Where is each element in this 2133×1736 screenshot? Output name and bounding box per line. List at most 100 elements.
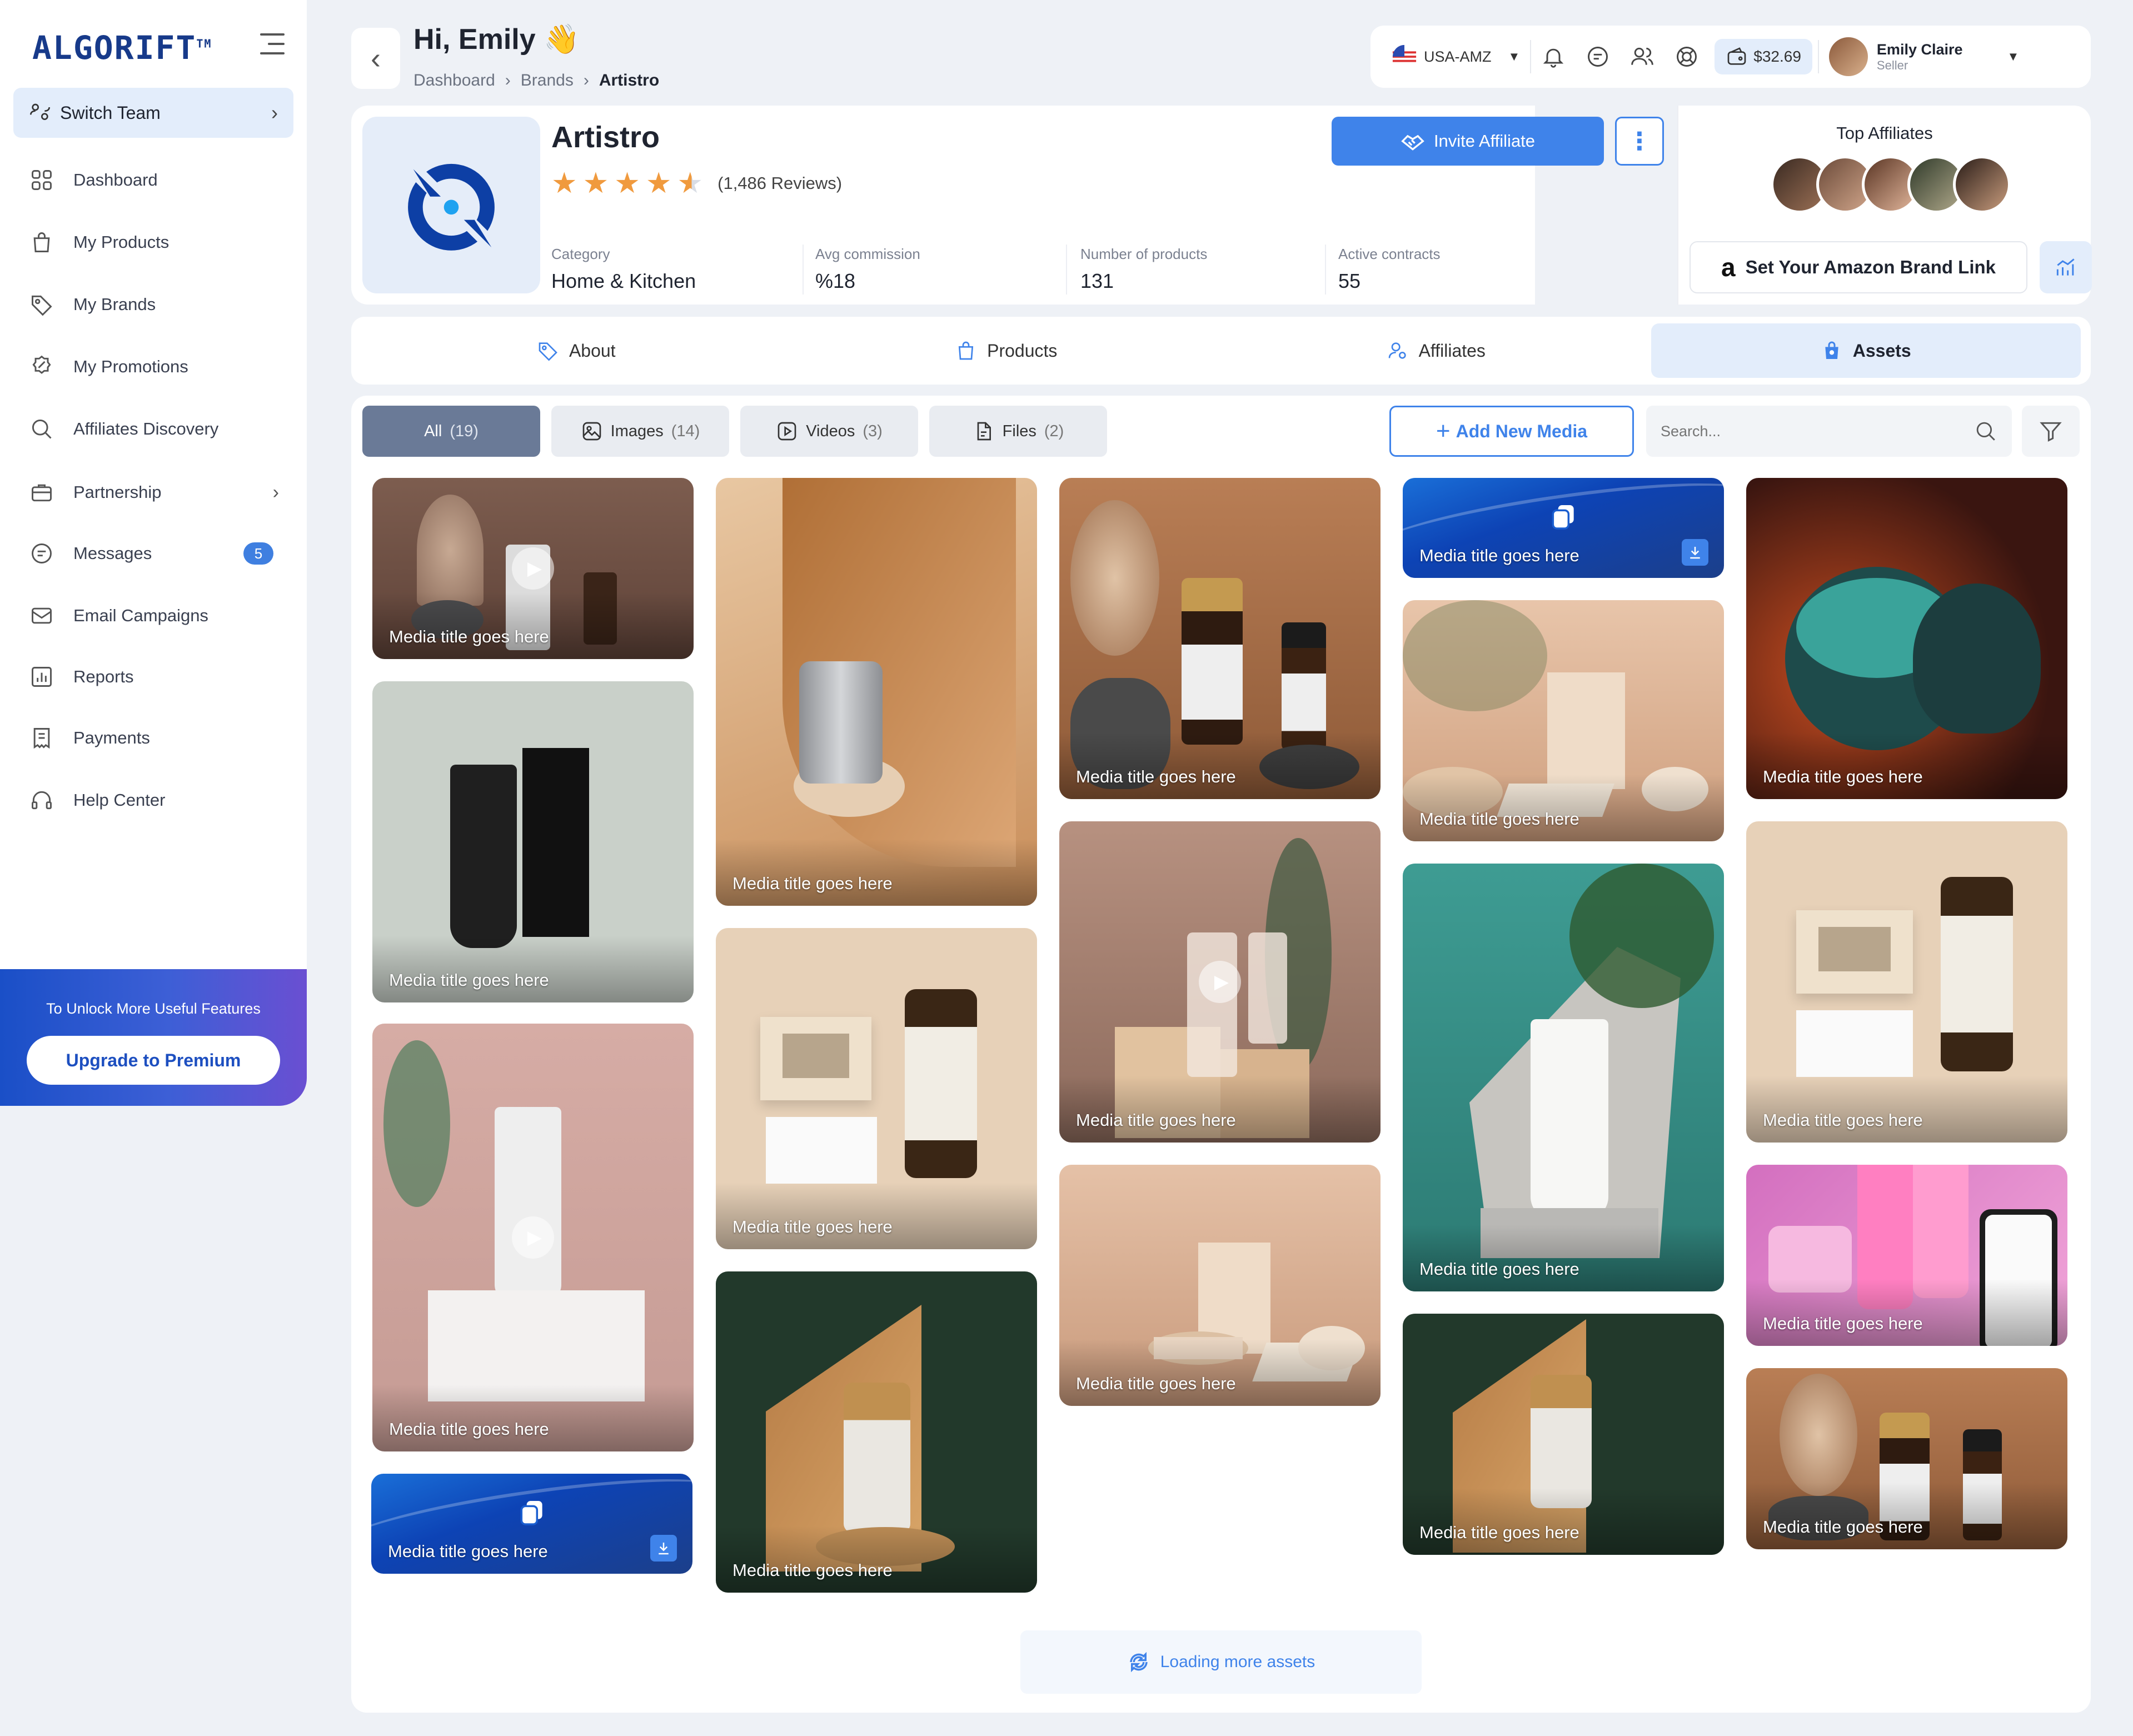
- upgrade-premium-button[interactable]: Upgrade to Premium: [27, 1036, 280, 1085]
- stat-avg-commission: Avg commission %18: [815, 246, 920, 293]
- more-options-button[interactable]: ⋮: [1615, 117, 1664, 166]
- user-settings-icon: [1388, 342, 1406, 359]
- media-card[interactable]: Media title goes here: [1746, 1165, 2067, 1346]
- media-card[interactable]: ▶ Media title goes here: [1059, 821, 1381, 1143]
- rating-stars: ★ ★ ★ ★ ★ (1,486 Reviews): [551, 167, 842, 200]
- copy-file-icon: [520, 1501, 542, 1525]
- nav-email-campaigns[interactable]: Email Campaigns: [29, 599, 285, 632]
- nav-partnership[interactable]: Partnership ›: [29, 476, 285, 509]
- media-title: Media title goes here: [1076, 1374, 1236, 1393]
- breadcrumb-dashboard[interactable]: Dashboard: [413, 71, 495, 90]
- user-menu[interactable]: Emily Claire Seller ▼: [1819, 26, 2029, 88]
- messages-button[interactable]: [1576, 26, 1620, 88]
- nav-label: My Promotions: [73, 357, 188, 376]
- avatar[interactable]: [1953, 156, 2011, 213]
- media-title: Media title goes here: [1763, 1110, 1923, 1130]
- tab-label: Products: [987, 340, 1058, 361]
- nav-my-products[interactable]: My Products: [29, 226, 285, 259]
- nav-payments[interactable]: Payments: [29, 721, 285, 755]
- media-card[interactable]: Media title goes here: [1746, 821, 2067, 1143]
- media-card[interactable]: Media title goes here: [1403, 864, 1724, 1291]
- media-card[interactable]: Media title goes here: [1403, 600, 1724, 841]
- nav-label: Affiliates Discovery: [73, 419, 219, 438]
- media-card[interactable]: Media title goes here: [1746, 1368, 2067, 1549]
- top-bar: USA-AMZ ▼ $32.69 Emily Claire Seller ▼: [1370, 26, 2091, 88]
- chevron-right-icon: ›: [272, 481, 279, 503]
- nav-my-promotions[interactable]: My Promotions: [29, 350, 285, 383]
- discount-icon: [29, 354, 54, 380]
- media-card[interactable]: Media title goes here: [716, 928, 1037, 1249]
- play-icon[interactable]: ▶: [512, 1216, 554, 1259]
- wave-icon: 👋: [544, 23, 580, 56]
- switch-team-label: Switch Team: [60, 102, 161, 123]
- set-amazon-brand-link-button[interactable]: a Set Your Amazon Brand Link: [1690, 241, 2027, 293]
- filter-images[interactable]: Images (14): [551, 406, 729, 457]
- search-icon[interactable]: [1974, 420, 1997, 443]
- nav-label: Partnership: [73, 482, 162, 502]
- media-card[interactable]: Media title goes here: [716, 1271, 1037, 1593]
- switch-team-button[interactable]: Switch Team ›: [13, 88, 293, 138]
- nav-affiliates-discovery[interactable]: Affiliates Discovery: [29, 412, 285, 446]
- users-button[interactable]: [1620, 26, 1664, 88]
- add-new-media-button[interactable]: + Add New Media: [1389, 406, 1634, 457]
- media-card[interactable]: ▶ Media title goes here: [372, 478, 694, 659]
- marketplace-select[interactable]: USA-AMZ ▼: [1382, 26, 1530, 88]
- nav-dashboard[interactable]: Dashboard: [29, 163, 285, 197]
- support-button[interactable]: [1664, 26, 1709, 88]
- notifications-button[interactable]: [1531, 26, 1576, 88]
- dashboard-icon: [29, 167, 54, 193]
- media-file-card[interactable]: Media title goes here: [371, 1474, 692, 1574]
- media-title: Media title goes here: [389, 970, 549, 990]
- media-file-card[interactable]: Media title goes here: [1403, 478, 1724, 578]
- media-card[interactable]: Media title goes here: [1403, 1314, 1724, 1555]
- tab-assets[interactable]: Assets: [1651, 323, 2081, 378]
- search-input[interactable]: [1661, 422, 1974, 440]
- filter-all[interactable]: All (19): [362, 406, 540, 457]
- mail-icon: [29, 603, 54, 628]
- media-card[interactable]: Media title goes here: [372, 681, 694, 1002]
- nav-label: My Brands: [73, 295, 156, 314]
- media-title: Media title goes here: [1076, 767, 1236, 786]
- analytics-button[interactable]: [2040, 241, 2092, 293]
- play-icon[interactable]: ▶: [512, 547, 554, 590]
- app-logo[interactable]: ALGORIFTTM: [32, 29, 212, 67]
- play-icon[interactable]: ▶: [1199, 961, 1241, 1003]
- menu-toggle-icon[interactable]: [260, 33, 285, 56]
- nav-my-brands[interactable]: My Brands: [29, 288, 285, 321]
- media-card[interactable]: Media title goes here: [1746, 478, 2067, 799]
- nav-messages[interactable]: Messages 5: [29, 537, 285, 570]
- media-card[interactable]: Media title goes here: [1059, 1165, 1381, 1406]
- breadcrumb-brands[interactable]: Brands: [521, 71, 574, 90]
- media-card[interactable]: ▶ Media title goes here: [372, 1024, 694, 1451]
- upgrade-banner: To Unlock More Useful Features Upgrade t…: [0, 969, 307, 1106]
- back-button[interactable]: ‹: [351, 28, 400, 89]
- nav-label: Payments: [73, 728, 150, 747]
- logo-tm: TM: [196, 37, 212, 51]
- tab-label: About: [569, 340, 616, 361]
- media-title: Media title goes here: [1419, 1259, 1579, 1279]
- nav-reports[interactable]: Reports: [29, 660, 285, 694]
- filter-button[interactable]: [2022, 406, 2080, 457]
- tab-about[interactable]: About: [361, 323, 791, 378]
- download-button[interactable]: [1682, 539, 1708, 566]
- logo-text: ALGORIFT: [32, 29, 197, 67]
- filter-videos[interactable]: Videos (3): [740, 406, 918, 457]
- tab-affiliates[interactable]: Affiliates: [1221, 323, 1651, 378]
- file-icon: [977, 422, 991, 441]
- wallet-balance[interactable]: $32.69: [1715, 39, 1812, 74]
- filter-files[interactable]: Files (2): [929, 406, 1107, 457]
- nav-help-center[interactable]: Help Center: [29, 784, 285, 817]
- brand-tabs: About Products Affiliates Assets: [351, 317, 2091, 385]
- invite-affiliate-button[interactable]: Invite Affiliate: [1332, 117, 1604, 166]
- media-card[interactable]: Media title goes here: [1059, 478, 1381, 799]
- download-button[interactable]: [650, 1535, 677, 1562]
- copy-file-icon: [1552, 505, 1574, 530]
- image-icon: [582, 422, 601, 441]
- user-name: Emily Claire: [1876, 41, 1963, 58]
- nav-label: Dashboard: [73, 170, 158, 189]
- star-full-icon: ★: [645, 167, 672, 199]
- media-card[interactable]: Media title goes here: [716, 478, 1037, 906]
- tab-products[interactable]: Products: [791, 323, 1222, 378]
- brand-logo-icon: [408, 163, 495, 251]
- filter-count: (2): [1044, 422, 1064, 440]
